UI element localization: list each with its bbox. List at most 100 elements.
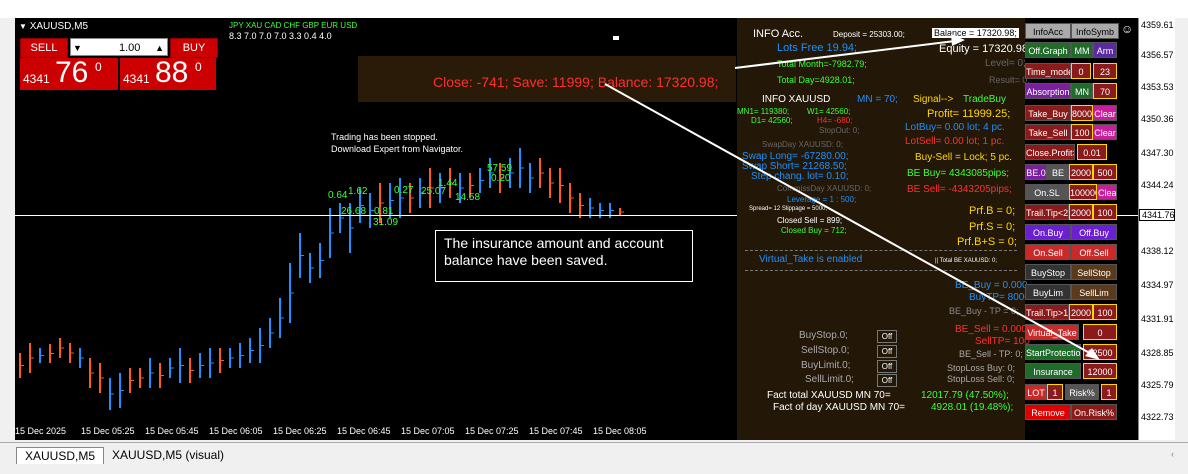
scroll-left-icon[interactable]: ‹ xyxy=(1171,449,1174,459)
lot-button[interactable]: LOT xyxy=(1025,384,1047,400)
arm-button[interactable]: Arm xyxy=(1093,42,1117,58)
be0-button[interactable]: BE.0 xyxy=(1025,164,1047,180)
risk-value-input[interactable]: 1 xyxy=(1101,384,1117,400)
price-chart[interactable]: ▼ XAUUSD,M5 SELL ▼ 1.00 ▲ BUY 4341 76 0 … xyxy=(15,18,1138,440)
trail-tip1-button[interactable]: Trail.Tip>1 xyxy=(1025,304,1069,320)
divider xyxy=(745,250,1017,252)
take-sell-input[interactable]: 100 xyxy=(1071,124,1093,140)
price-tick: 4344.24 xyxy=(1141,180,1174,190)
fact-day-label: Fact of day XAUUSD MN 70= xyxy=(773,402,905,413)
fact-total-label: Fact total XAUUSD MN 70= xyxy=(767,390,891,401)
lot-value-input[interactable]: 1 xyxy=(1047,384,1063,400)
trade-price-label: 25.07 xyxy=(421,186,447,197)
off-buy-button[interactable]: Off.Buy xyxy=(1071,224,1117,240)
fact-day-value: 4928.01 (19.48%); xyxy=(931,402,1014,413)
trade-price-label: 0.64 xyxy=(328,190,348,201)
tab-xauusd-m5-visual[interactable]: XAUUSD,M5 (visual) xyxy=(104,447,232,463)
trail-value1-input[interactable]: 2000 xyxy=(1069,204,1093,220)
be-buy-tp-text: BE_Buy - TP = 0; xyxy=(949,306,1019,316)
mn-button[interactable]: MN xyxy=(1071,83,1093,99)
lot-input[interactable]: ▼ 1.00 ▲ xyxy=(70,38,168,56)
sell-stop-button[interactable]: SellStop xyxy=(1071,264,1117,280)
on-risk-button[interactable]: On.Risk% xyxy=(1071,404,1117,420)
be-buy-text: BE Buy= 4343085pips; xyxy=(907,168,1010,179)
buy-limit-off-button[interactable]: Off xyxy=(877,360,897,373)
stoploss-sell-text: StopLoss Sell: 0; xyxy=(947,374,1015,384)
buy-tp-text: BuyTP= 8000 xyxy=(969,292,1030,303)
be-value1-input[interactable]: 2000 xyxy=(1069,164,1093,180)
buy-button[interactable]: BUY xyxy=(170,38,218,58)
trail-tip1-value1-input[interactable]: 2000 xyxy=(1069,304,1093,320)
buy-stop-off-button[interactable]: Off xyxy=(877,330,897,343)
info-acc-button[interactable]: InfoAcc xyxy=(1025,23,1071,39)
absorption-button[interactable]: Absorption xyxy=(1025,83,1071,99)
time-mode-start-input[interactable]: 0 xyxy=(1071,63,1091,79)
virtual-take-button[interactable]: Virtual_Take xyxy=(1025,324,1079,340)
on-sl-button[interactable]: On.SL xyxy=(1025,184,1069,200)
buy-limit-button[interactable]: BuyLim xyxy=(1025,284,1071,300)
on-buy-button[interactable]: On.Buy xyxy=(1025,224,1071,240)
time-mode-end-input[interactable]: 23 xyxy=(1093,63,1117,79)
clear-sl-button[interactable]: Clea xyxy=(1097,184,1117,200)
take-sell-button[interactable]: Take_Sell xyxy=(1025,124,1071,140)
risk-button[interactable]: Risk% xyxy=(1065,384,1099,400)
take-buy-button[interactable]: Take_Buy xyxy=(1025,105,1071,121)
take-buy-input[interactable]: 8000 xyxy=(1071,105,1093,121)
start-protection-input[interactable]: 12500 xyxy=(1083,344,1117,360)
buy-stop-button[interactable]: BuyStop xyxy=(1025,264,1071,280)
toolbar-strip xyxy=(0,0,1188,18)
on-sl-input[interactable]: 100000 xyxy=(1069,184,1097,200)
trail-tip1-value2-input[interactable]: 100 xyxy=(1093,304,1117,320)
closed-sell-text: Closed Sell = 899; xyxy=(777,216,843,225)
clear-sell-button[interactable]: Clear xyxy=(1093,124,1117,140)
insurance-button[interactable]: Insurance xyxy=(1025,363,1081,379)
tab-xauusd-m5[interactable]: XAUUSD,M5 xyxy=(16,447,105,464)
be-sell-tp-text: BE_Sell - TP: 0; xyxy=(959,349,1023,359)
trade-price-label: 0.20 xyxy=(491,173,511,184)
lot-increase-icon[interactable]: ▲ xyxy=(155,39,164,57)
price-tick: 4334.97 xyxy=(1141,280,1174,290)
stopout-text: StopOut: 0; xyxy=(819,126,860,135)
commission-text: CommissDay XAUUSD: 0; xyxy=(777,184,872,193)
virtual-take-text: Virtual_Take is enabled xyxy=(759,254,863,265)
trail-value2-input[interactable]: 100 xyxy=(1093,204,1117,220)
clear-buy-button[interactable]: Clear xyxy=(1093,105,1117,121)
time-mode-button[interactable]: Time_mode xyxy=(1025,63,1071,79)
price-tick: 4338.12 xyxy=(1141,246,1174,256)
virtual-take-input[interactable]: 0 xyxy=(1083,324,1117,340)
price-tick: 4350.36 xyxy=(1141,114,1174,124)
sell-limit-button[interactable]: SellLim xyxy=(1071,284,1117,300)
start-protection-button[interactable]: StartProtection xyxy=(1025,344,1081,360)
sell-limit-off-button[interactable]: Off xyxy=(877,374,897,387)
on-sell-button[interactable]: On.Sell xyxy=(1025,244,1071,260)
off-sell-button[interactable]: Off.Sell xyxy=(1071,244,1117,260)
marker xyxy=(613,36,619,40)
be-value2-input[interactable]: 500 xyxy=(1093,164,1117,180)
sell-stop-off-button[interactable]: Off xyxy=(877,345,897,358)
price-tick: 4325.79 xyxy=(1141,380,1174,390)
info-symbol-button[interactable]: InfoSymb xyxy=(1071,23,1119,39)
mn-text: MN = 70; xyxy=(857,94,898,105)
insurance-input[interactable]: 12000 xyxy=(1083,363,1117,379)
close-save-balance-text: Close: -741; Save: 11999; Balance: 17320… xyxy=(433,74,719,90)
mn-value-input[interactable]: 70 xyxy=(1093,83,1117,99)
trade-price-label: 0.81 xyxy=(374,206,394,217)
mm-button[interactable]: MM xyxy=(1071,42,1093,58)
buy-price[interactable]: 4341 88 0 xyxy=(120,56,216,90)
time-tick: 15 Dec 05:25 xyxy=(81,426,135,436)
sell-button[interactable]: SELL xyxy=(20,38,68,58)
sell-price[interactable]: 4341 76 0 xyxy=(20,56,118,90)
close-profit-input[interactable]: 0.01 xyxy=(1077,144,1107,160)
download-expert-text: Download Expert from Navigator. xyxy=(331,144,464,154)
off-graph-button[interactable]: Off.Graph xyxy=(1025,42,1071,58)
time-tick: 15 Dec 2025 xyxy=(15,426,67,436)
be-button[interactable]: BE xyxy=(1047,164,1069,180)
info-acc-title: INFO Acc. xyxy=(753,28,804,40)
remove-button[interactable]: Remove xyxy=(1025,404,1071,420)
trail-tip2-button[interactable]: Trail.Tip<2 xyxy=(1025,204,1069,220)
lot-decrease-icon[interactable]: ▼ xyxy=(73,39,85,57)
closed-buy-text: Closed Buy = 712; xyxy=(781,226,847,235)
price-tick: 4322.73 xyxy=(1141,412,1174,422)
trade-buy-text: TradeBuy xyxy=(963,94,1006,105)
close-profit-button[interactable]: Close.Profit>0 xyxy=(1025,144,1075,160)
